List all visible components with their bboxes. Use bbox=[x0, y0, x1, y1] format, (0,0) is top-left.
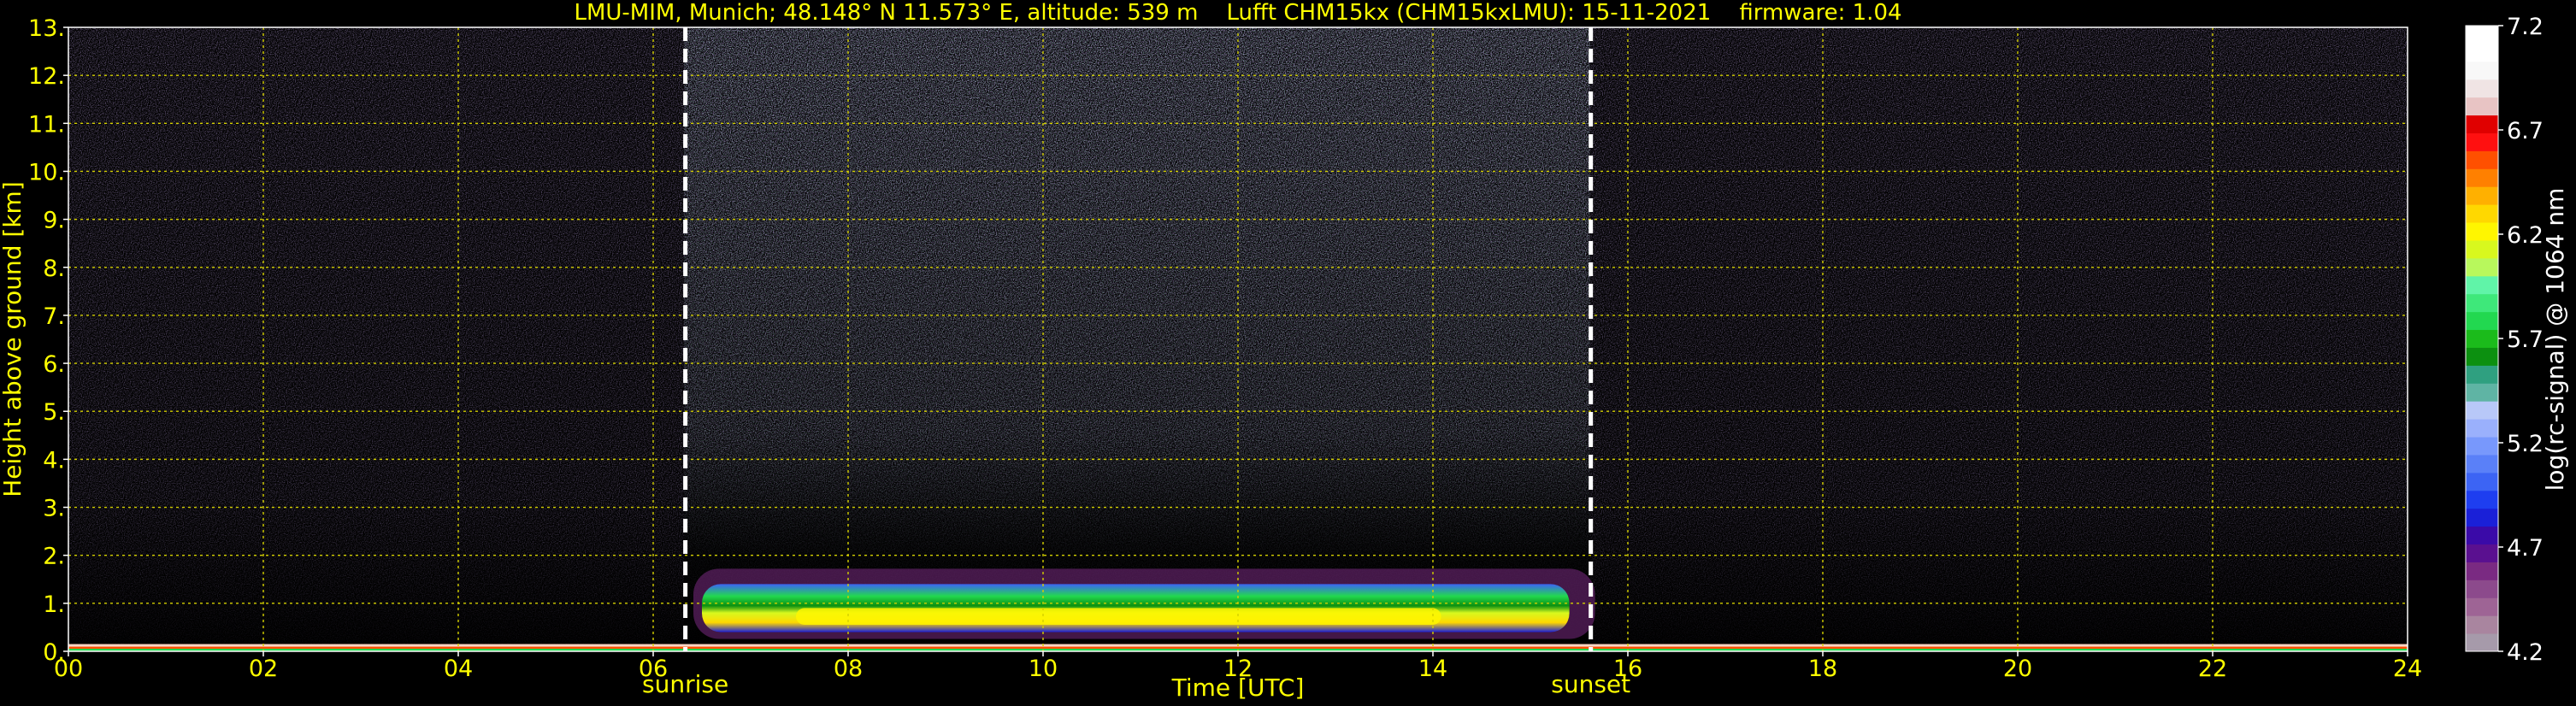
colorbar-segment bbox=[2466, 257, 2498, 277]
colorbar-segment bbox=[2466, 115, 2498, 133]
y-tick-label: 8. bbox=[43, 256, 65, 282]
colorbar-segment bbox=[2466, 347, 2498, 366]
colorbar-segment bbox=[2466, 597, 2498, 616]
y-tick-label: 0. bbox=[43, 639, 65, 666]
colorbar-segment bbox=[2466, 508, 2498, 527]
colorbar-segment bbox=[2466, 472, 2498, 491]
y-tick-label: 2. bbox=[43, 544, 65, 570]
aerosol-layer-core bbox=[796, 608, 1441, 626]
colorbar-segment bbox=[2466, 526, 2498, 545]
y-tick-label: 9. bbox=[43, 208, 65, 234]
x-tick-label: 10 bbox=[1029, 656, 1058, 682]
colorbar-segment bbox=[2466, 150, 2498, 169]
y-tick-label: 5. bbox=[43, 399, 65, 426]
colorbar-tick-label: 6.2 bbox=[2507, 222, 2544, 249]
y-tick-label: 10. bbox=[28, 159, 65, 185]
chart-title: LMU-MIM, Munich; 48.148° N 11.573° E, al… bbox=[574, 0, 1901, 26]
colorbar bbox=[2465, 25, 2499, 652]
x-tick-label: 20 bbox=[2003, 656, 2032, 682]
x-tick-label: 14 bbox=[1418, 656, 1447, 682]
colorbar-segment bbox=[2466, 544, 2498, 562]
colorbar-label: log(rc-signal) @ 1064 nm bbox=[2541, 188, 2569, 491]
ceilometer-chart: sunrise sunset 00 02 04 06 08 10 12 14 16 18 20 22 24… bbox=[0, 0, 2569, 702]
colorbar-segment bbox=[2466, 222, 2498, 241]
colorbar-segment bbox=[2466, 329, 2498, 348]
colorbar-segment bbox=[2466, 26, 2498, 44]
x-tick-label: 16 bbox=[1613, 656, 1642, 682]
night-fade-right bbox=[1590, 27, 2408, 651]
colorbar-segment bbox=[2466, 633, 2498, 652]
colorbar-segment bbox=[2466, 490, 2498, 509]
colorbar-segment bbox=[2466, 383, 2498, 402]
y-tick-label: 13. bbox=[28, 15, 65, 42]
colorbar-segment bbox=[2466, 454, 2498, 474]
colorbar-tick-label: 4.7 bbox=[2507, 535, 2544, 562]
colorbar-segment bbox=[2466, 365, 2498, 384]
colorbar-segment bbox=[2466, 275, 2498, 295]
y-tick-label: 4. bbox=[43, 447, 65, 474]
colorbar-segment bbox=[2466, 204, 2498, 223]
y-tick-label: 3. bbox=[43, 496, 65, 522]
x-tick-label: 06 bbox=[639, 656, 668, 682]
colorbar-segment bbox=[2466, 168, 2498, 187]
colorbar-segment bbox=[2466, 186, 2498, 205]
colorbar-tick-label: 7.2 bbox=[2507, 14, 2544, 40]
y-tick-labels: 0. 1. 2. 3. 4. 5. 6. 7. 8. 9. 10. 11. 12. 13. bbox=[28, 15, 68, 666]
colorbar-segment bbox=[2466, 132, 2498, 151]
colorbar-segment bbox=[2466, 79, 2498, 98]
x-tick-label: 22 bbox=[2198, 656, 2227, 682]
colorbar-segment bbox=[2466, 293, 2498, 313]
x-tick-label: 08 bbox=[834, 656, 863, 682]
colorbar-segment bbox=[2466, 97, 2498, 116]
x-tick-label: 04 bbox=[444, 656, 473, 682]
y-tick-label: 12. bbox=[28, 63, 65, 90]
colorbar-segment bbox=[2466, 437, 2498, 456]
colorbar-tick-label: 6.7 bbox=[2507, 118, 2544, 144]
colorbar-tick-label: 5.2 bbox=[2507, 431, 2544, 457]
colorbar-segment bbox=[2466, 43, 2498, 62]
colorbar-segment bbox=[2466, 239, 2498, 259]
x-axis-label: Time [UTC] bbox=[1171, 674, 1305, 702]
colorbar-segment bbox=[2466, 580, 2498, 598]
colorbar-segment bbox=[2466, 401, 2498, 420]
colorbar-tick-label: 4.2 bbox=[2507, 639, 2544, 666]
y-tick-label: 11. bbox=[28, 111, 65, 138]
colorbar-tick-labels: 7.2 6.7 6.2 5.7 5.2 4.7 4.2 bbox=[2498, 14, 2544, 666]
colorbar-segment bbox=[2466, 419, 2498, 438]
y-tick-label: 6. bbox=[43, 351, 65, 378]
y-tick-label: 1. bbox=[43, 591, 65, 618]
night-fade-left bbox=[68, 27, 684, 651]
colorbar-segment bbox=[2466, 311, 2498, 331]
x-tick-label: 02 bbox=[249, 656, 278, 682]
day-fade bbox=[684, 27, 1590, 651]
colorbar-tick-label: 5.7 bbox=[2507, 327, 2544, 353]
x-tick-label: 18 bbox=[1808, 656, 1837, 682]
colorbar-segment bbox=[2466, 61, 2498, 80]
colorbar-segment bbox=[2466, 615, 2498, 634]
x-tick-label: 24 bbox=[2393, 656, 2422, 682]
y-tick-label: 7. bbox=[43, 303, 65, 330]
y-axis-label: Height above ground [km] bbox=[0, 181, 27, 497]
colorbar-segment bbox=[2466, 562, 2498, 580]
